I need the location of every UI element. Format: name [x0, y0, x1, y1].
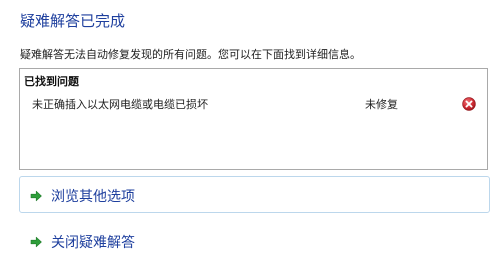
- problem-row[interactable]: 未正确插入以太网电缆或电缆已损坏 未修复: [20, 93, 487, 115]
- green-arrow-icon: [29, 188, 43, 202]
- problem-status: 未修复: [365, 98, 398, 111]
- browse-other-options-label: 浏览其他选项: [51, 189, 135, 205]
- problems-found-header: 已找到问题: [24, 75, 79, 88]
- error-icon: [462, 96, 476, 111]
- problems-found-panel: 已找到问题 未正确插入以太网电缆或电缆已损坏 未修复: [19, 68, 488, 170]
- close-troubleshooter-label: 关闭疑难解答: [51, 235, 135, 251]
- page-title: 疑难解答已完成: [20, 12, 126, 30]
- close-troubleshooter-link[interactable]: 关闭疑难解答: [29, 232, 249, 252]
- green-arrow-icon: [29, 234, 43, 248]
- page-subtitle: 疑难解答无法自动修复发现的所有问题。您可以在下面找到详细信息。: [20, 48, 361, 61]
- browse-other-options-link[interactable]: 浏览其他选项: [29, 186, 249, 206]
- problem-description: 未正确插入以太网电缆或电缆已损坏: [32, 98, 208, 111]
